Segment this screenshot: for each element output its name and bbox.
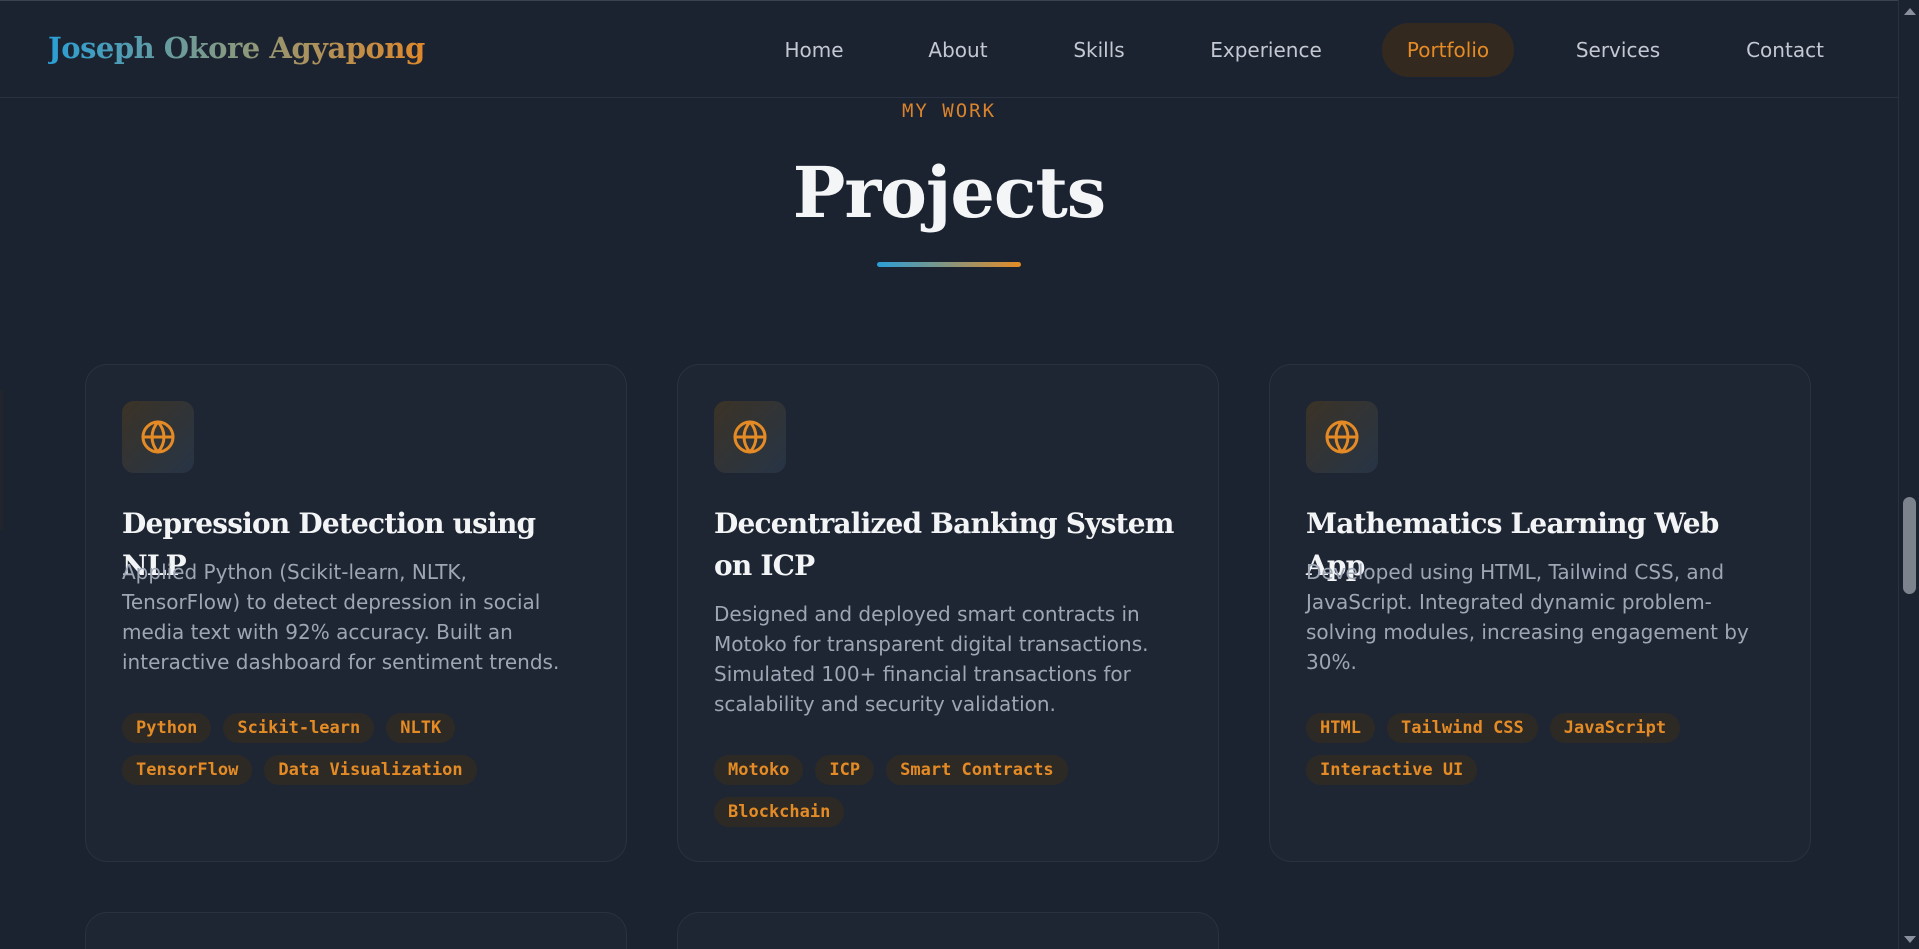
project-card-depression-detection[interactable]: Depression Detection using NLP Applied P… xyxy=(85,364,627,862)
nav-contact[interactable]: Contact xyxy=(1722,23,1848,77)
section-title: Projects xyxy=(792,151,1106,234)
nav-home[interactable]: Home xyxy=(762,23,866,77)
project-title: Decentralized Banking System on ICP xyxy=(714,507,1174,582)
project-icon-box xyxy=(122,401,194,473)
tag: JavaScript xyxy=(1549,713,1681,743)
project-icon-box xyxy=(714,401,786,473)
tag: HTML xyxy=(1306,713,1375,743)
project-description: Applied Python (Scikit-learn, NLTK, Tens… xyxy=(122,560,560,674)
nav-about[interactable]: About xyxy=(904,23,1012,77)
tag: Blockchain xyxy=(714,797,845,827)
tag: TensorFlow xyxy=(122,755,253,785)
tag: Data Visualization xyxy=(264,755,477,785)
scroll-down-arrow-icon[interactable] xyxy=(1904,936,1916,943)
tag: ICP xyxy=(815,755,875,785)
project-description: Designed and deployed smart contracts in… xyxy=(714,602,1149,716)
project-card-decentralized-banking[interactable]: Decentralized Banking System on ICP Desi… xyxy=(677,364,1219,862)
nav-portfolio[interactable]: Portfolio xyxy=(1382,23,1514,77)
project-description: Developed using HTML, Tailwind CSS, and … xyxy=(1306,560,1749,674)
tag: Smart Contracts xyxy=(886,755,1068,785)
scroll-thumb[interactable] xyxy=(1903,497,1916,594)
site-header: Joseph Okore Agyapong Home About Skills … xyxy=(0,1,1898,98)
project-card-partial[interactable] xyxy=(677,912,1219,949)
scroll-up-arrow-icon[interactable] xyxy=(1904,8,1916,15)
project-icon-box xyxy=(1306,401,1378,473)
nav-experience[interactable]: Experience xyxy=(1192,23,1340,77)
project-tags: Motoko ICP Smart Contracts Blockchain xyxy=(714,755,1184,827)
nav-skills[interactable]: Skills xyxy=(1050,23,1148,77)
project-card-partial[interactable] xyxy=(85,912,627,949)
tag: NLTK xyxy=(386,713,456,743)
project-tags: Python Scikit-learn NLTK TensorFlow Data… xyxy=(122,713,592,785)
globe-icon xyxy=(733,420,767,454)
project-tags: HTML Tailwind CSS JavaScript Interactive… xyxy=(1306,713,1776,785)
tag: Scikit-learn xyxy=(223,713,375,743)
page-scrollbar[interactable] xyxy=(1898,0,1919,949)
tag: Tailwind CSS xyxy=(1386,713,1538,743)
globe-icon xyxy=(1325,420,1359,454)
left-edge-shade xyxy=(0,390,6,530)
tag: Interactive UI xyxy=(1306,755,1478,785)
globe-icon xyxy=(141,420,175,454)
nav-services[interactable]: Services xyxy=(1556,23,1680,77)
tag: Motoko xyxy=(714,755,804,785)
brand-logo[interactable]: Joseph Okore Agyapong xyxy=(48,31,425,65)
title-underline xyxy=(877,262,1021,267)
section-eyebrow: MY WORK xyxy=(901,100,997,122)
project-card-math-learning[interactable]: Mathematics Learning Web App Developed u… xyxy=(1269,364,1811,862)
tag: Python xyxy=(122,713,212,743)
